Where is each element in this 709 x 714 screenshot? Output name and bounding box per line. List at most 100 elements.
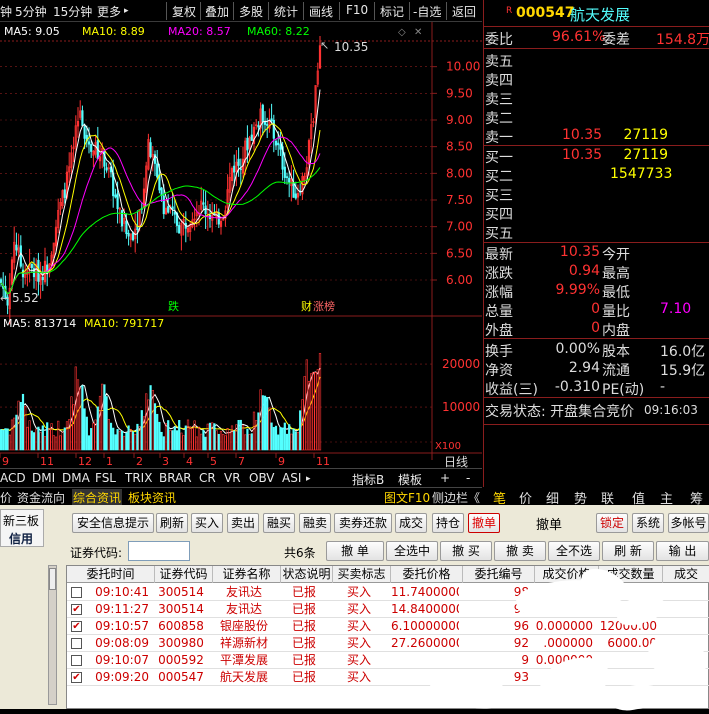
indicator-more-icon[interactable]: ▸ xyxy=(306,474,311,484)
indicator-acd[interactable]: ACD xyxy=(0,471,26,485)
more-button[interactable]: 更多 xyxy=(97,3,121,20)
table-row[interactable]: ✔09:09:20000547航天发展已报买入930.0 xyxy=(67,669,709,686)
cancel-sells-button[interactable]: 撤 卖 xyxy=(494,541,546,561)
row-checkbox[interactable] xyxy=(71,638,82,649)
draw-line-button[interactable]: 画线 xyxy=(309,3,333,20)
stats-row[interactable]: 外盘 0 内盘 xyxy=(484,320,709,339)
fund-row[interactable]: 净资 2.94 流通 15.9亿 xyxy=(484,360,709,379)
indicator-dma[interactable]: DMA xyxy=(62,471,90,485)
overlay-button[interactable]: 叠加 xyxy=(205,3,229,20)
diamond-icon[interactable]: ◇ xyxy=(398,27,406,38)
cancel-order-tab[interactable]: 撤单 xyxy=(468,513,500,533)
column-header[interactable]: 状态说明 xyxy=(281,566,333,583)
event-rank-label[interactable]: 涨榜 xyxy=(313,299,335,313)
security-info-button[interactable]: 安全信息提示 xyxy=(72,513,154,533)
left-scrollbar[interactable] xyxy=(48,565,57,705)
stats-row[interactable]: 涨跌 0.94 最高 xyxy=(484,263,709,282)
export-button[interactable]: 输 出 xyxy=(656,541,709,561)
deselect-all-button[interactable]: 全不选 xyxy=(548,541,600,561)
stats-row[interactable]: 总量 0 量比 7.10 xyxy=(484,301,709,320)
deals-button[interactable]: 成交 xyxy=(395,513,427,533)
table-row[interactable]: ✔09:11:27300514友讯达已报买入14.8400000097 xyxy=(67,601,709,618)
column-header[interactable]: 委托价格 xyxy=(391,566,463,583)
tab-neeq[interactable]: 新三板 xyxy=(3,512,39,529)
buy-row[interactable]: 买五 xyxy=(484,223,709,242)
code-input[interactable] xyxy=(128,541,190,561)
stats-row[interactable]: 涨幅 9.99% 最低 xyxy=(484,282,709,301)
row-checkbox[interactable]: ✔ xyxy=(71,621,82,632)
buy-row[interactable]: 买二 1547733 xyxy=(484,166,709,185)
cancel-buys-button[interactable]: 撤 买 xyxy=(440,541,492,561)
row-checkbox[interactable]: ✔ xyxy=(71,672,82,683)
column-header[interactable]: 证券名称 xyxy=(213,566,281,583)
indicator-fsl[interactable]: FSL xyxy=(95,471,116,485)
remove-pane-button[interactable]: - xyxy=(466,471,470,485)
table-row[interactable]: 09:10:07 000592 平潭发展 已报 买入 9 0.000000 xyxy=(67,652,709,669)
scrollbar-thumb[interactable] xyxy=(49,568,56,590)
indicator-cr[interactable]: CR xyxy=(199,471,216,485)
template-button[interactable]: 模板 xyxy=(398,471,422,488)
multi-stock-button[interactable]: 多股 xyxy=(239,3,263,20)
fund-row[interactable]: 收益(三) -0.310 PE(动) - xyxy=(484,379,709,398)
sidebar-toggle[interactable]: 侧边栏《 xyxy=(432,489,480,506)
row-checkbox[interactable] xyxy=(71,587,82,598)
indicator-obv[interactable]: OBV xyxy=(249,471,275,485)
column-header[interactable]: 买卖标志 xyxy=(333,566,391,583)
indicator-b-button[interactable]: 指标B xyxy=(352,471,384,488)
indicator-dmi[interactable]: DMI xyxy=(32,471,55,485)
system-button[interactable]: 系统 xyxy=(632,513,664,533)
sell-row[interactable]: 卖一 10.35 27119 xyxy=(484,127,709,146)
buy-button[interactable]: 买入 xyxy=(191,513,223,533)
column-header[interactable]: 证券代码 xyxy=(155,566,213,583)
buy-row[interactable]: 买三 xyxy=(484,185,709,204)
tab-general-info[interactable]: 综合资讯 xyxy=(72,489,123,506)
indicator-vr[interactable]: VR xyxy=(224,471,241,485)
indicator-asi[interactable]: ASI xyxy=(282,471,301,485)
sell-row[interactable]: 卖三 xyxy=(484,89,709,108)
sell-row[interactable]: 卖二 xyxy=(484,108,709,127)
tab-sector-info[interactable]: 板块资讯 xyxy=(128,489,176,506)
tab-price[interactable]: 价 xyxy=(0,489,12,506)
table-row[interactable]: ✔ 09:10:57 600858 银座股份 已报 买入 6.10000000 96 0.000… xyxy=(67,618,709,635)
fuquan-button[interactable]: 复权 xyxy=(172,3,196,20)
f10-link[interactable]: 图文F10 xyxy=(384,489,430,506)
buy-row[interactable]: 买四 xyxy=(484,204,709,223)
table-row[interactable]: 09:08:09 300980 祥源新材 已报 买入 27.26000000 92 .0000… xyxy=(67,635,709,652)
kline-chart[interactable]: 10.00 9.50 9.00 8.50 8.00 7.50 7.00 6.50 6.00 200… xyxy=(0,22,482,460)
period-tab-15min[interactable]: 15分钟 xyxy=(53,3,92,20)
row-checkbox[interactable]: ✔ xyxy=(71,604,82,615)
period-tab-1min[interactable]: 钟 xyxy=(0,3,12,20)
indicator-trix[interactable]: TRIX xyxy=(125,471,152,485)
margin-buy-button[interactable]: 融买 xyxy=(263,513,295,533)
sell-repay-button[interactable]: 卖券还款 xyxy=(334,513,392,533)
lock-button[interactable]: 锁定 xyxy=(596,513,628,533)
close-icon[interactable]: ✕ xyxy=(414,27,422,38)
multi-account-button[interactable]: 多帐号 xyxy=(668,513,709,533)
tab-credit[interactable]: 信用 xyxy=(9,530,33,547)
refresh-list-button[interactable]: 刷 新 xyxy=(602,541,654,561)
add-watchlist-button[interactable]: -自选 xyxy=(413,3,441,20)
indicator-brar[interactable]: BRAR xyxy=(159,471,192,485)
margin-sell-button[interactable]: 融卖 xyxy=(299,513,331,533)
stats-button[interactable]: 统计 xyxy=(274,3,298,20)
buy-row[interactable]: 买一 10.35 27119 xyxy=(484,147,709,166)
stats-row[interactable]: 最新 10.35 今开 xyxy=(484,244,709,263)
select-all-button[interactable]: 全选中 xyxy=(386,541,438,561)
f10-button[interactable]: F10 xyxy=(346,3,368,17)
fund-row[interactable]: 换手 0.00% 股本 16.0亿 xyxy=(484,341,709,360)
period-tab-5min[interactable]: 5分钟 xyxy=(15,3,47,20)
sell-row[interactable]: 卖五 xyxy=(484,51,709,70)
column-header[interactable]: 委托时间 xyxy=(67,566,155,583)
positions-button[interactable]: 持仓 xyxy=(432,513,464,533)
event-down-label[interactable]: 跌 xyxy=(168,299,179,313)
sell-button[interactable]: 卖出 xyxy=(227,513,259,533)
tab-fund-flow[interactable]: 资金流向 xyxy=(17,489,65,506)
mark-button[interactable]: 标记 xyxy=(380,3,404,20)
add-pane-button[interactable]: + xyxy=(440,471,450,485)
refresh-button[interactable]: 刷新 xyxy=(156,513,188,533)
column-header[interactable]: 委托编号 xyxy=(463,566,535,583)
cancel-selected-button[interactable]: 撤 单 xyxy=(326,541,384,561)
column-header[interactable]: 成交 xyxy=(663,566,709,583)
row-checkbox[interactable] xyxy=(71,655,82,666)
sell-row[interactable]: 卖四 xyxy=(484,70,709,89)
